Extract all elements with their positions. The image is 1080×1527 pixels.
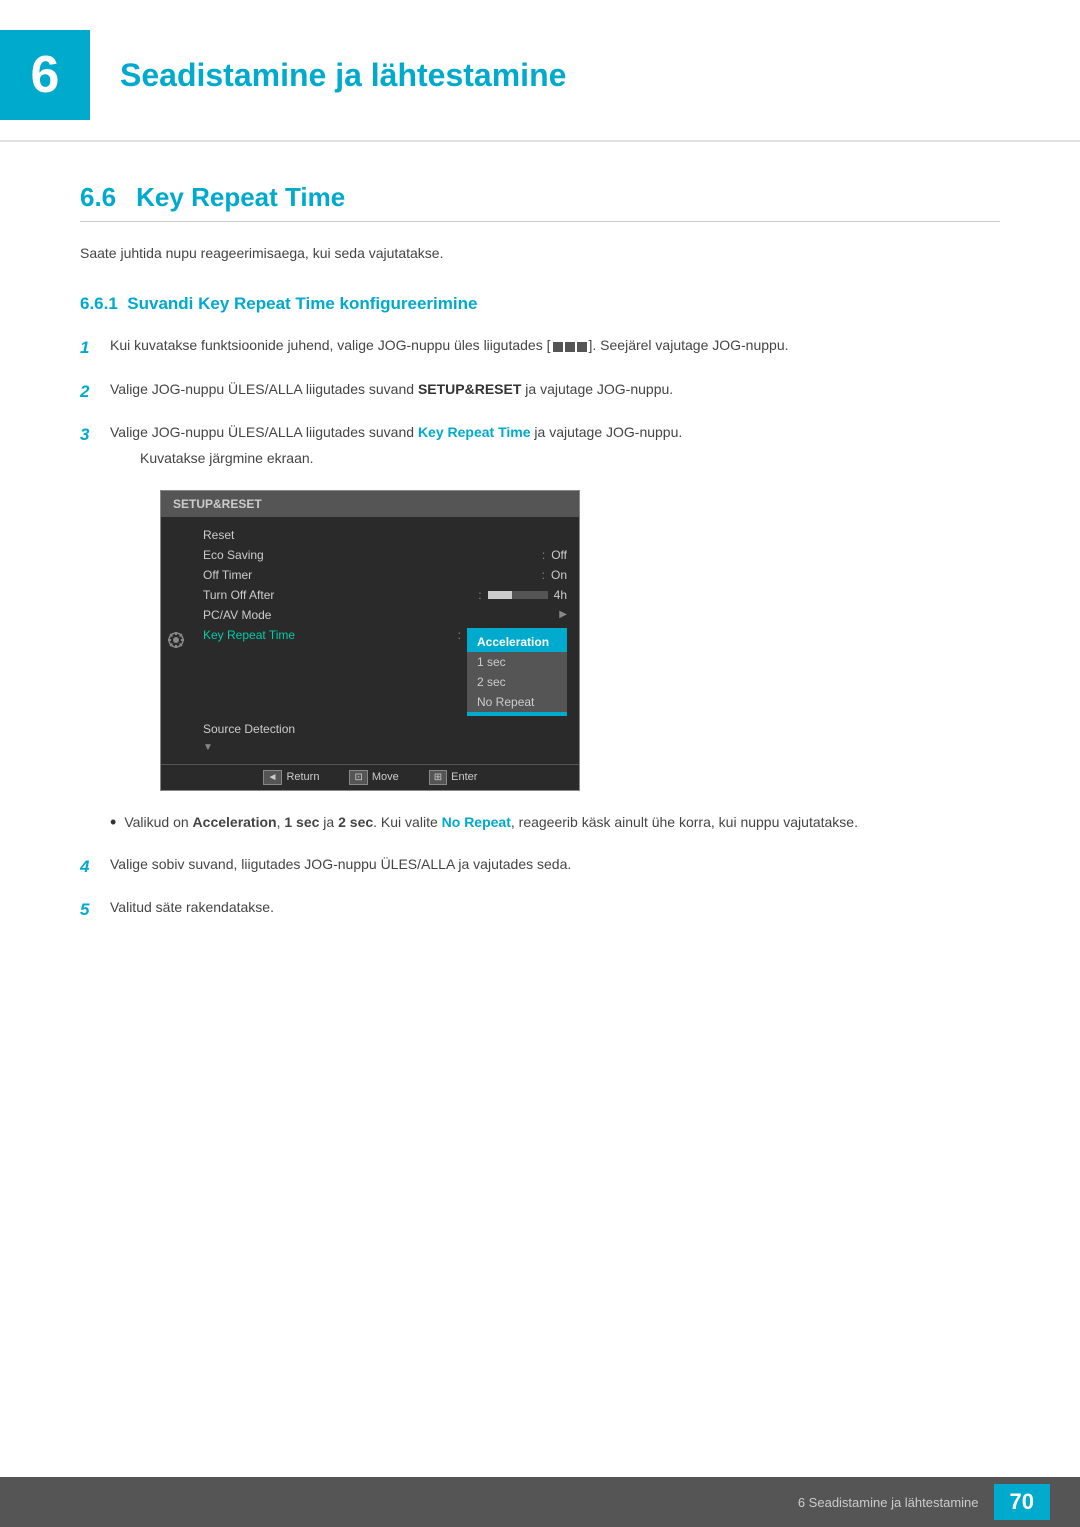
menu-footer: ◄ Return ⊡ Move ⊞ Enter [161, 764, 579, 790]
footer-move: ⊡ Move [349, 770, 398, 785]
footer-page-number: 70 [994, 1484, 1050, 1520]
menu-item-turn-off-after: Turn Off After : 4h [199, 585, 571, 605]
bullet-item-1: • Valikud on Acceleration, 1 sec ja 2 se… [110, 811, 1000, 833]
subsection-title: 6.6.1 Suvandi Key Repeat Time konfiguree… [80, 294, 1000, 314]
footer-chapter-text: 6 Seadistamine ja lähtestamine [798, 1495, 979, 1510]
menu-item-pcav-mode: PC/AV Mode ▶ [199, 605, 571, 625]
menu-item-eco-saving: Eco Saving : Off [199, 545, 571, 565]
menu-item-off-timer: Off Timer : On [199, 565, 571, 585]
main-content: 6.6Key Repeat Time Saate juhtida nupu re… [0, 182, 1080, 1023]
chapter-title: Seadistamine ja lähtestamine [120, 57, 566, 94]
enter-icon: ⊞ [429, 770, 447, 785]
menu-item-source-detection: Source Detection [199, 719, 571, 739]
menu-screenshot: SETUP&RESET Reset [160, 490, 580, 791]
step-2: 2 Valige JOG-nuppu ÜLES/ALLA liigutades … [80, 378, 1000, 405]
menu-items-list: Reset Eco Saving : Off Off Timer : On Tu… [191, 525, 579, 756]
menu-gear-icon [161, 525, 191, 756]
menu-item-reset: Reset [199, 525, 571, 545]
steps-list: 1 Kui kuvatakse funktsioonide juhend, va… [80, 334, 1000, 469]
chapter-header: 6 Seadistamine ja lähtestamine [0, 0, 1080, 142]
footer-return: ◄ Return [263, 770, 320, 785]
chapter-number: 6 [0, 30, 90, 120]
menu-body: Reset Eco Saving : Off Off Timer : On Tu… [161, 517, 579, 764]
footer-enter: ⊞ Enter [429, 770, 478, 785]
dropdown-no-repeat: No Repeat [467, 692, 567, 712]
dropdown-acceleration: Acceleration [467, 632, 567, 652]
step-4: 4 Valige sobiv suvand, liigutades JOG-nu… [80, 853, 1000, 880]
dropdown-2sec: 2 sec [467, 672, 567, 692]
dropdown-1sec: 1 sec [467, 652, 567, 672]
menu-item-key-repeat-time: Key Repeat Time : Acceleration 1 sec 2 s… [199, 625, 571, 719]
intro-text: Saate juhtida nupu reageerimisaega, kui … [80, 242, 1000, 264]
dropdown-popup: Acceleration 1 sec 2 sec No Repeat [467, 628, 567, 716]
menu-header: SETUP&RESET [161, 491, 579, 517]
steps-4-5: 4 Valige sobiv suvand, liigutades JOG-nu… [80, 853, 1000, 923]
move-icon: ⊡ [349, 770, 367, 785]
menu-item-arrow-down: ▼ [199, 739, 571, 756]
step-1: 1 Kui kuvatakse funktsioonide juhend, va… [80, 334, 1000, 361]
section-title: 6.6Key Repeat Time [80, 182, 1000, 222]
return-icon: ◄ [263, 770, 283, 785]
jog-icon [553, 342, 587, 352]
step-3-sub: Kuvatakse järgmine ekraan. [140, 447, 1000, 469]
step-5: 5 Valitud säte rakendatakse. [80, 896, 1000, 923]
bullet-list: • Valikud on Acceleration, 1 sec ja 2 se… [110, 811, 1000, 833]
step-3: 3 Valige JOG-nuppu ÜLES/ALLA liigutades … [80, 421, 1000, 470]
page-footer: 6 Seadistamine ja lähtestamine 70 [0, 1477, 1080, 1527]
